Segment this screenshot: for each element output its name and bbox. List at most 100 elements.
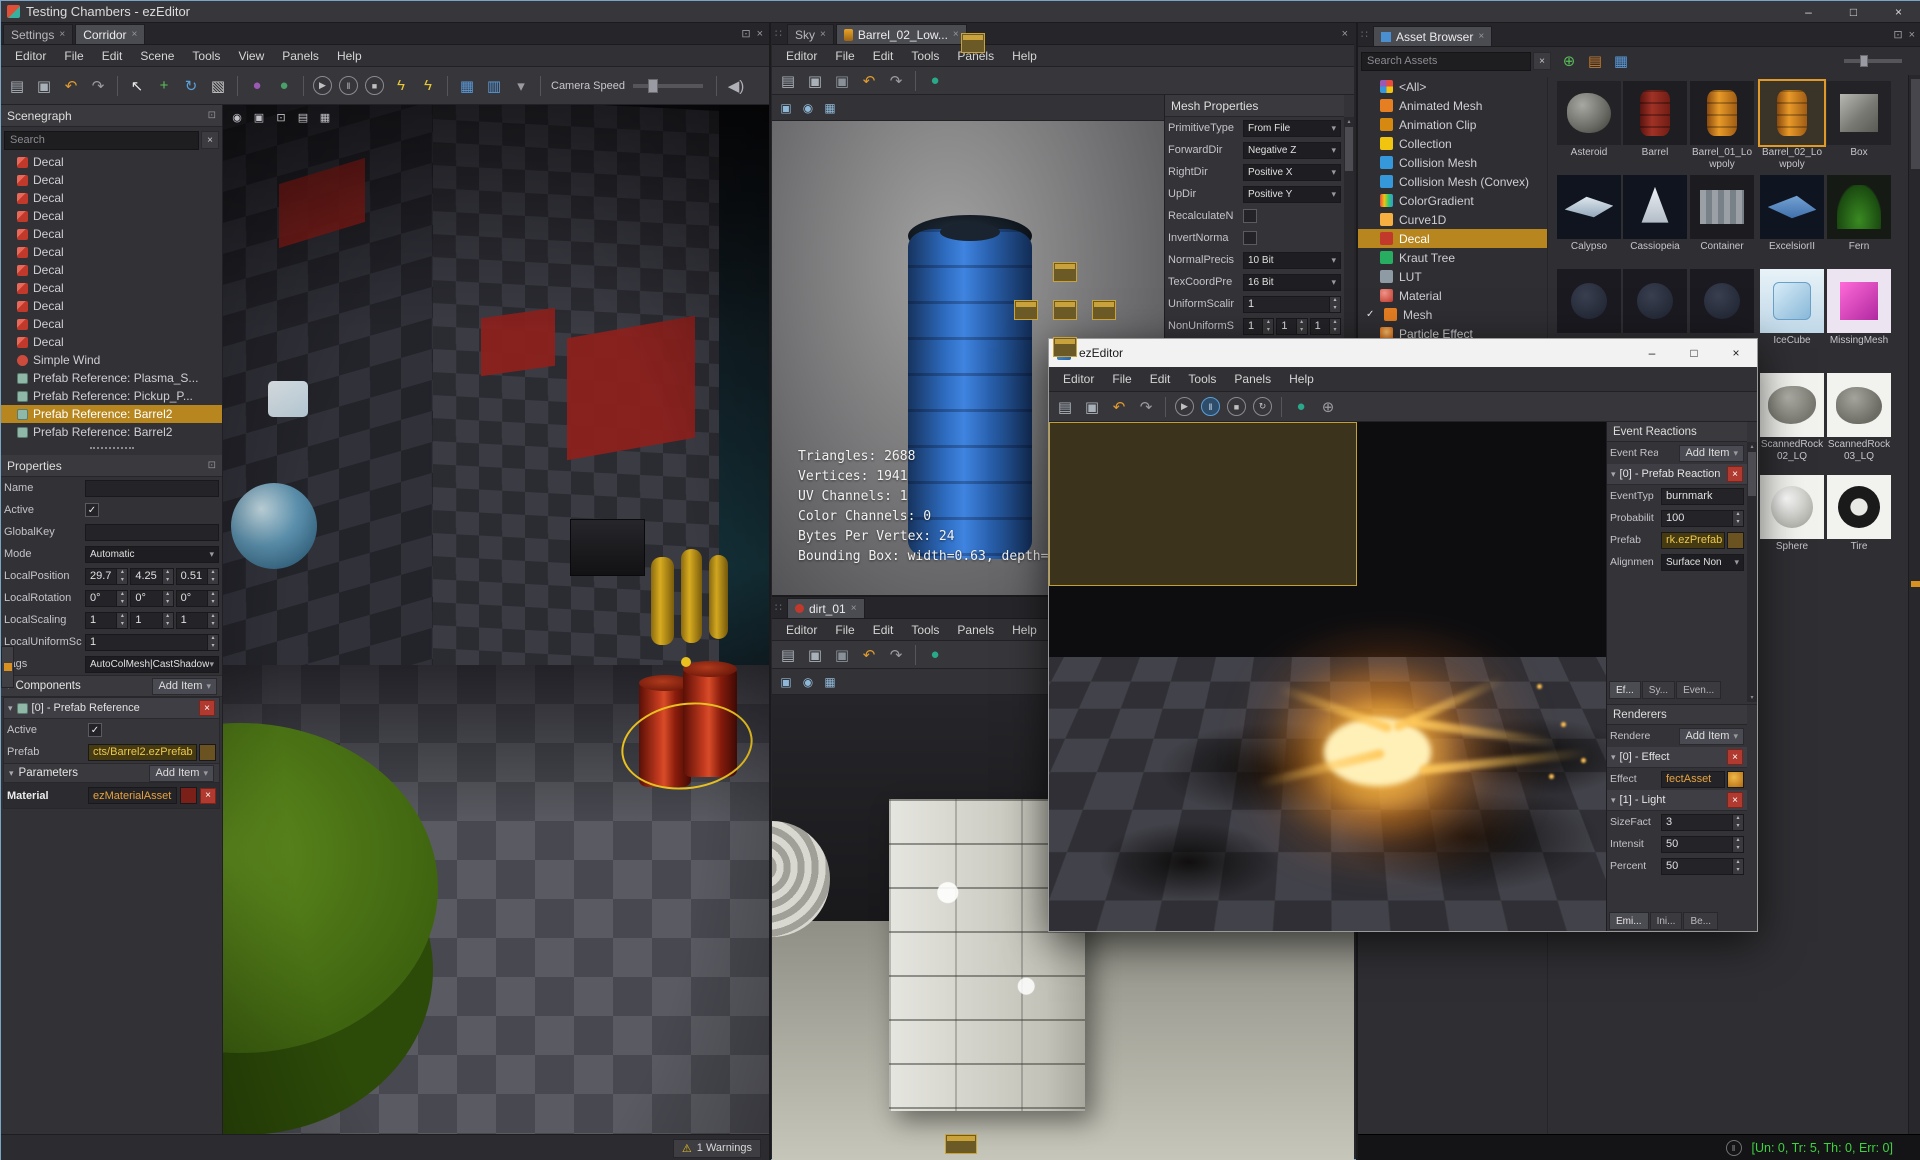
scroll-down-icon[interactable]: ▾ xyxy=(1750,694,1753,701)
menu-tools[interactable]: Tools xyxy=(1180,370,1224,388)
asset-barrel-02-lowpoly[interactable]: Barrel_02_Lowpoly xyxy=(1758,79,1826,171)
menu-edit[interactable]: Edit xyxy=(865,47,902,65)
menu-help[interactable]: Help xyxy=(1281,370,1322,388)
close-tab-icon[interactable]: × xyxy=(953,29,959,40)
add-parameter-button[interactable]: Add Item ▾ xyxy=(149,764,214,782)
normalprecis-select[interactable]: 10 Bit ▾ xyxy=(1243,251,1341,269)
prefab-reaction-item-header[interactable]: ▾ [0] - Prefab Reaction × xyxy=(1607,464,1747,485)
spin-up-icon[interactable]: ▴ xyxy=(208,635,218,643)
alignmen-select[interactable]: Surface Non ▾ xyxy=(1661,553,1744,571)
spin-up-icon[interactable]: ▴ xyxy=(1733,859,1743,867)
spin-up-icon[interactable]: ▴ xyxy=(1330,319,1340,327)
localposition-x-spinner[interactable]: 29.7 ▴ ▾ xyxy=(85,567,129,585)
asset-type-all[interactable]: <All> xyxy=(1358,77,1547,96)
scale-tool-icon[interactable]: ▧ xyxy=(206,74,230,98)
layers-icon[interactable]: ▤ xyxy=(295,109,311,125)
asset-actions-icon[interactable]: ● xyxy=(923,643,947,667)
spin-down-icon[interactable]: ▾ xyxy=(1733,844,1743,852)
menu-file[interactable]: File xyxy=(827,621,862,639)
spin-down-icon[interactable]: ▾ xyxy=(1733,822,1743,830)
menu-editor[interactable]: Editor xyxy=(778,47,825,65)
drag-grip-icon[interactable]: ∷ xyxy=(1358,28,1371,41)
spin-up-icon[interactable]: ▴ xyxy=(1330,297,1340,305)
localscaling-x-spinner[interactable]: 1 ▴ ▾ xyxy=(85,611,129,629)
menu-panels[interactable]: Panels xyxy=(274,47,327,65)
spin-up-icon[interactable]: ▴ xyxy=(163,569,173,577)
localscaling-y-spinner[interactable]: 1 ▴ ▾ xyxy=(130,611,174,629)
physics-ball-icon[interactable]: ● xyxy=(245,74,269,98)
add-renderer-button[interactable]: Add Item ▾ xyxy=(1679,727,1744,745)
view-mode-icon[interactable]: ▦ xyxy=(1609,49,1633,73)
redo-icon[interactable]: ↷ xyxy=(884,643,908,667)
loop-sim-icon[interactable]: ↻ xyxy=(1253,397,1272,416)
scene-node-prefab-reference-plasma-s[interactable]: Prefab Reference: Plasma_S... xyxy=(1,369,222,387)
tab-ini[interactable]: Ini... xyxy=(1649,912,1683,930)
light-item-header[interactable]: ▾ [1] - Light × xyxy=(1607,790,1747,811)
spin-down-icon[interactable]: ▾ xyxy=(1733,518,1743,526)
asset-barrel[interactable]: Barrel xyxy=(1623,81,1687,171)
effect-browse-button[interactable] xyxy=(1727,770,1744,788)
spin-up-icon[interactable]: ▴ xyxy=(208,569,218,577)
copy-icon[interactable]: ▣ xyxy=(803,69,827,93)
tab-emi[interactable]: Emi... xyxy=(1609,912,1649,930)
menu-file[interactable]: File xyxy=(56,47,91,65)
stop-sim-icon[interactable]: ■ xyxy=(1227,397,1246,416)
translate-tool-icon[interactable]: + xyxy=(152,74,176,98)
scroll-thumb[interactable] xyxy=(1345,127,1353,171)
select-tool-icon[interactable]: ↖ xyxy=(125,74,149,98)
intensit-spinner[interactable]: 50 ▴ ▾ xyxy=(1661,835,1744,853)
menu-file[interactable]: File xyxy=(1104,370,1139,388)
particle-preview-viewport[interactable] xyxy=(1049,422,1606,931)
effect-item-header[interactable]: ▾ [0] - Effect × xyxy=(1607,747,1747,768)
camera-speed-slider[interactable] xyxy=(633,78,703,93)
updir-select[interactable]: Positive Y ▾ xyxy=(1243,185,1341,203)
menu-file[interactable]: File xyxy=(827,47,862,65)
asset-type-colorgradient[interactable]: ColorGradient xyxy=(1358,191,1547,210)
menu-edit[interactable]: Edit xyxy=(94,47,131,65)
asset-calypso[interactable]: Calypso xyxy=(1557,175,1621,265)
save-icon[interactable]: ▤ xyxy=(776,69,800,93)
asset-type-lut[interactable]: LUT xyxy=(1358,267,1547,286)
scene-node-decal[interactable]: Decal xyxy=(1,297,222,315)
slider-knob[interactable] xyxy=(648,78,659,93)
stop-scene-icon[interactable]: ■ xyxy=(365,76,384,95)
asset-type-collision-mesh-convex[interactable]: Collision Mesh (Convex) xyxy=(1358,172,1547,191)
copy-icon[interactable]: ▣ xyxy=(1080,395,1104,419)
scene-node-simple-wind[interactable]: Simple Wind xyxy=(1,351,222,369)
spin-down-icon[interactable]: ▾ xyxy=(208,598,218,606)
render-mode-icon[interactable]: ▣ xyxy=(776,672,796,692)
texcoordpre-select[interactable]: 16 Bit ▾ xyxy=(1243,273,1341,291)
tab-corridor[interactable]: Corridor × xyxy=(75,24,146,44)
prefab-browse-button[interactable] xyxy=(1727,531,1744,549)
perspective-icon[interactable]: ▣ xyxy=(251,109,267,125)
prefab-input[interactable]: cts/Barrel2.ezPrefab xyxy=(88,743,197,761)
menu-edit[interactable]: Edit xyxy=(865,621,902,639)
scroll-thumb[interactable] xyxy=(1911,79,1920,169)
tab-sky[interactable]: Sky × xyxy=(787,24,834,44)
grid-toggle-icon[interactable]: ▦ xyxy=(455,74,479,98)
collapsed-panel-tab[interactable] xyxy=(1,646,14,688)
spin-up-icon[interactable]: ▴ xyxy=(1297,319,1307,327)
undo-icon[interactable]: ↶ xyxy=(857,69,881,93)
component-item-header[interactable]: ▾ [0] - Prefab Reference × xyxy=(4,698,219,719)
tab-even[interactable]: Even... xyxy=(1676,681,1722,699)
pause-scene-icon[interactable]: ‖ xyxy=(339,76,358,95)
forwarddir-select[interactable]: Negative Z ▾ xyxy=(1243,141,1341,159)
localposition-z-spinner[interactable]: 0.51 ▴ ▾ xyxy=(175,567,219,585)
scroll-thumb[interactable] xyxy=(1748,452,1756,496)
asset-type-animated-mesh[interactable]: Animated Mesh xyxy=(1358,96,1547,115)
save-icon[interactable]: ▤ xyxy=(1053,395,1077,419)
eventtyp-input[interactable]: burnmark xyxy=(1661,487,1744,505)
scroll-up-icon[interactable]: ▴ xyxy=(1750,443,1753,450)
close-tab-icon[interactable]: × xyxy=(1478,31,1484,42)
audio-icon[interactable]: ◀) xyxy=(724,74,748,98)
restart-sim-icon[interactable]: ▶ xyxy=(1175,397,1194,416)
minimize-button[interactable]: – xyxy=(1631,339,1673,367)
spin-down-icon[interactable]: ▾ xyxy=(1263,326,1273,334)
close-panel-icon[interactable]: × xyxy=(1909,29,1915,41)
scene-node-decal[interactable]: Decal xyxy=(1,189,222,207)
copy-icon[interactable]: ▣ xyxy=(803,643,827,667)
localrotation-z-spinner[interactable]: 0° ▴ ▾ xyxy=(175,589,219,607)
spin-down-icon[interactable]: ▾ xyxy=(208,642,218,650)
scene-node-decal[interactable]: Decal xyxy=(1,279,222,297)
